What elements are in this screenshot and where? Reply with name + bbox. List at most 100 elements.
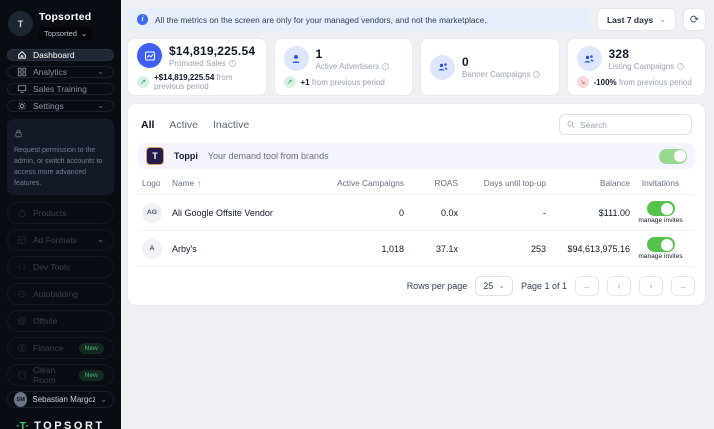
finance-icon: [17, 344, 27, 353]
sidebar-item-ad-formats[interactable]: Ad Formats ⌄: [7, 229, 114, 252]
chevron-down-icon: ⌄: [97, 101, 104, 110]
col-roas: ROAS: [434, 177, 458, 188]
app-window: T Topsorted Topsorted ⌄ Dashboard Analyt…: [0, 0, 714, 429]
sidebar-item-dev-tools[interactable]: Dev Tools: [7, 256, 114, 279]
table-row[interactable]: A Arby's 1,018 37.1x 253 $94,613,975.16 …: [138, 230, 695, 266]
sidebar-item-settings[interactable]: Settings ⌄: [7, 100, 114, 112]
toppi-description: Your demand tool from brands: [207, 151, 329, 161]
sidebar-item-dashboard[interactable]: Dashboard: [7, 49, 114, 61]
sidebar-item-label: Ad Formats: [33, 235, 77, 246]
sort-up-icon: ↑: [197, 178, 202, 188]
permission-note-text: Request permission to the admin, or swit…: [14, 147, 103, 187]
col-logo: Logo: [142, 177, 161, 188]
banner-campaigns-icon: [430, 54, 455, 80]
sidebar-item-autobidding[interactable]: Autobidding: [7, 283, 114, 306]
sidebar-item-label: Offsite: [33, 316, 58, 327]
vendor-balance: $94,613,975.16: [567, 243, 630, 254]
search-icon: [567, 121, 575, 128]
page-indicator: Page 1 of 1: [520, 281, 567, 291]
sidebar: T Topsorted Topsorted ⌄ Dashboard Analyt…: [0, 0, 121, 429]
chevron-down-icon: ⌄: [80, 28, 88, 38]
search-box: [559, 114, 692, 135]
vendor-days-until-topup: -: [543, 207, 546, 218]
sidebar-item-finance[interactable]: Finance New: [7, 337, 114, 360]
rows-per-page-value: 25: [483, 281, 494, 291]
metric-delta: ↘ -100% from previous period: [576, 76, 697, 88]
prev-page-button[interactable]: ‹: [607, 276, 631, 296]
dev-tools-icon: [18, 264, 26, 271]
metric-value: 1: [315, 46, 323, 61]
refresh-button[interactable]: ⟳: [683, 8, 706, 31]
sidebar-item-label: Autobidding: [33, 289, 78, 300]
sidebar-item-analytics[interactable]: Analytics ⌄: [7, 66, 114, 78]
delta-value: -100%: [593, 77, 617, 87]
vendor-tabs: All Active Inactive: [138, 112, 695, 143]
vendor-active-campaigns: 0: [398, 207, 404, 218]
pagination: Rows per page 25 ⌄ Page 1 of 1 ← ‹ › →: [138, 266, 695, 296]
manage-invites-link[interactable]: manage invites: [638, 217, 682, 224]
toggle-knob: [673, 150, 686, 162]
manage-invites-link[interactable]: manage invites: [638, 253, 682, 260]
vendor-avatar: A: [142, 238, 162, 259]
date-range-select[interactable]: Last 7 days ⌄: [596, 8, 676, 31]
search-input[interactable]: [580, 119, 684, 130]
tab-active[interactable]: Active: [169, 119, 198, 131]
sidebar-item-clean-room[interactable]: Clean Room New: [7, 364, 114, 387]
delta-suffix: from previous period: [311, 77, 385, 87]
ad-formats-icon: [17, 236, 27, 245]
sidebar-item-label: Dashboard: [33, 50, 75, 60]
last-page-button[interactable]: →: [671, 276, 695, 296]
metric-label: Listing Campaigns: [608, 61, 675, 71]
table-row[interactable]: AG Ali Google Offsite Vendor 0 0.0x - $1…: [138, 194, 695, 230]
new-badge: New: [78, 342, 104, 354]
metric-label: Active Advertisers: [315, 61, 380, 71]
vendor-days-until-topup: 253: [530, 243, 546, 254]
chevron-down-icon: ⌄: [97, 67, 104, 76]
invitations-toggle[interactable]: [646, 237, 675, 252]
trend-up-icon: ↗: [137, 76, 149, 88]
offsite-icon: [17, 317, 27, 326]
workspace-title: Topsorted: [39, 11, 92, 23]
workspace-header: T Topsorted Topsorted ⌄: [7, 8, 114, 49]
clean-room-icon: [18, 371, 26, 380]
prev-page-icon: ‹: [617, 281, 621, 291]
first-page-button[interactable]: ←: [575, 276, 599, 296]
user-menu[interactable]: SM Sebastian Margcz... ⌄: [7, 391, 114, 409]
tab-all[interactable]: All: [141, 119, 154, 131]
sidebar-item-label: Settings: [33, 101, 64, 111]
toppi-toggle[interactable]: [659, 148, 687, 164]
sidebar-item-products[interactable]: Products: [7, 202, 114, 225]
chevron-down-icon: ⌄: [97, 235, 104, 245]
metric-value: $14,819,225.54: [169, 43, 256, 58]
sidebar-item-label: Analytics: [33, 67, 68, 77]
tab-inactive[interactable]: Inactive: [213, 119, 249, 131]
topsort-logo-text: TOPSORT: [34, 420, 105, 429]
org-switcher-label: Topsorted: [44, 29, 77, 38]
locked-nav-section: Products Ad Formats ⌄ Dev Tools Autobidd…: [7, 202, 114, 391]
sidebar-item-label: Clean Room: [33, 365, 56, 386]
metric-cards: $14,819,225.54 Promoted Sales i ↗ +$14,81…: [127, 38, 706, 96]
col-balance: Balance: [600, 177, 630, 188]
date-range-label: Last 7 days: [606, 14, 654, 25]
metric-value: 0: [462, 55, 469, 69]
org-switcher[interactable]: Topsorted ⌄: [39, 27, 93, 40]
main-content: i All the metrics on the screen are only…: [121, 0, 714, 429]
metric-label: Promoted Sales: [169, 58, 226, 68]
delta-value: +1: [300, 77, 310, 87]
info-banner-text: All the metrics on the screen are only f…: [155, 14, 487, 25]
metric-card-active-advertisers: 1 Active Advertisers i ↗ +1 from previous…: [273, 38, 413, 96]
invitations-toggle[interactable]: [646, 201, 675, 216]
next-page-button[interactable]: ›: [639, 276, 663, 296]
rows-per-page-select[interactable]: 25 ⌄: [475, 276, 513, 296]
chevron-down-icon: ⌄: [659, 14, 666, 24]
info-icon: i: [677, 62, 685, 70]
metric-card-banner-campaigns: 0 Banner Campaigns i: [420, 38, 560, 96]
delta-suffix: from previous period: [618, 77, 692, 87]
info-banner: i All the metrics on the screen are only…: [127, 8, 590, 31]
info-icon: i: [137, 14, 148, 25]
top-bar: i All the metrics on the screen are only…: [127, 8, 706, 31]
col-name[interactable]: Name ↑: [172, 178, 314, 188]
sidebar-item-sales-training[interactable]: Sales Training: [7, 83, 114, 95]
topsort-logo-icon: ·T·: [16, 420, 30, 429]
sidebar-item-offsite[interactable]: Offsite: [7, 310, 114, 333]
